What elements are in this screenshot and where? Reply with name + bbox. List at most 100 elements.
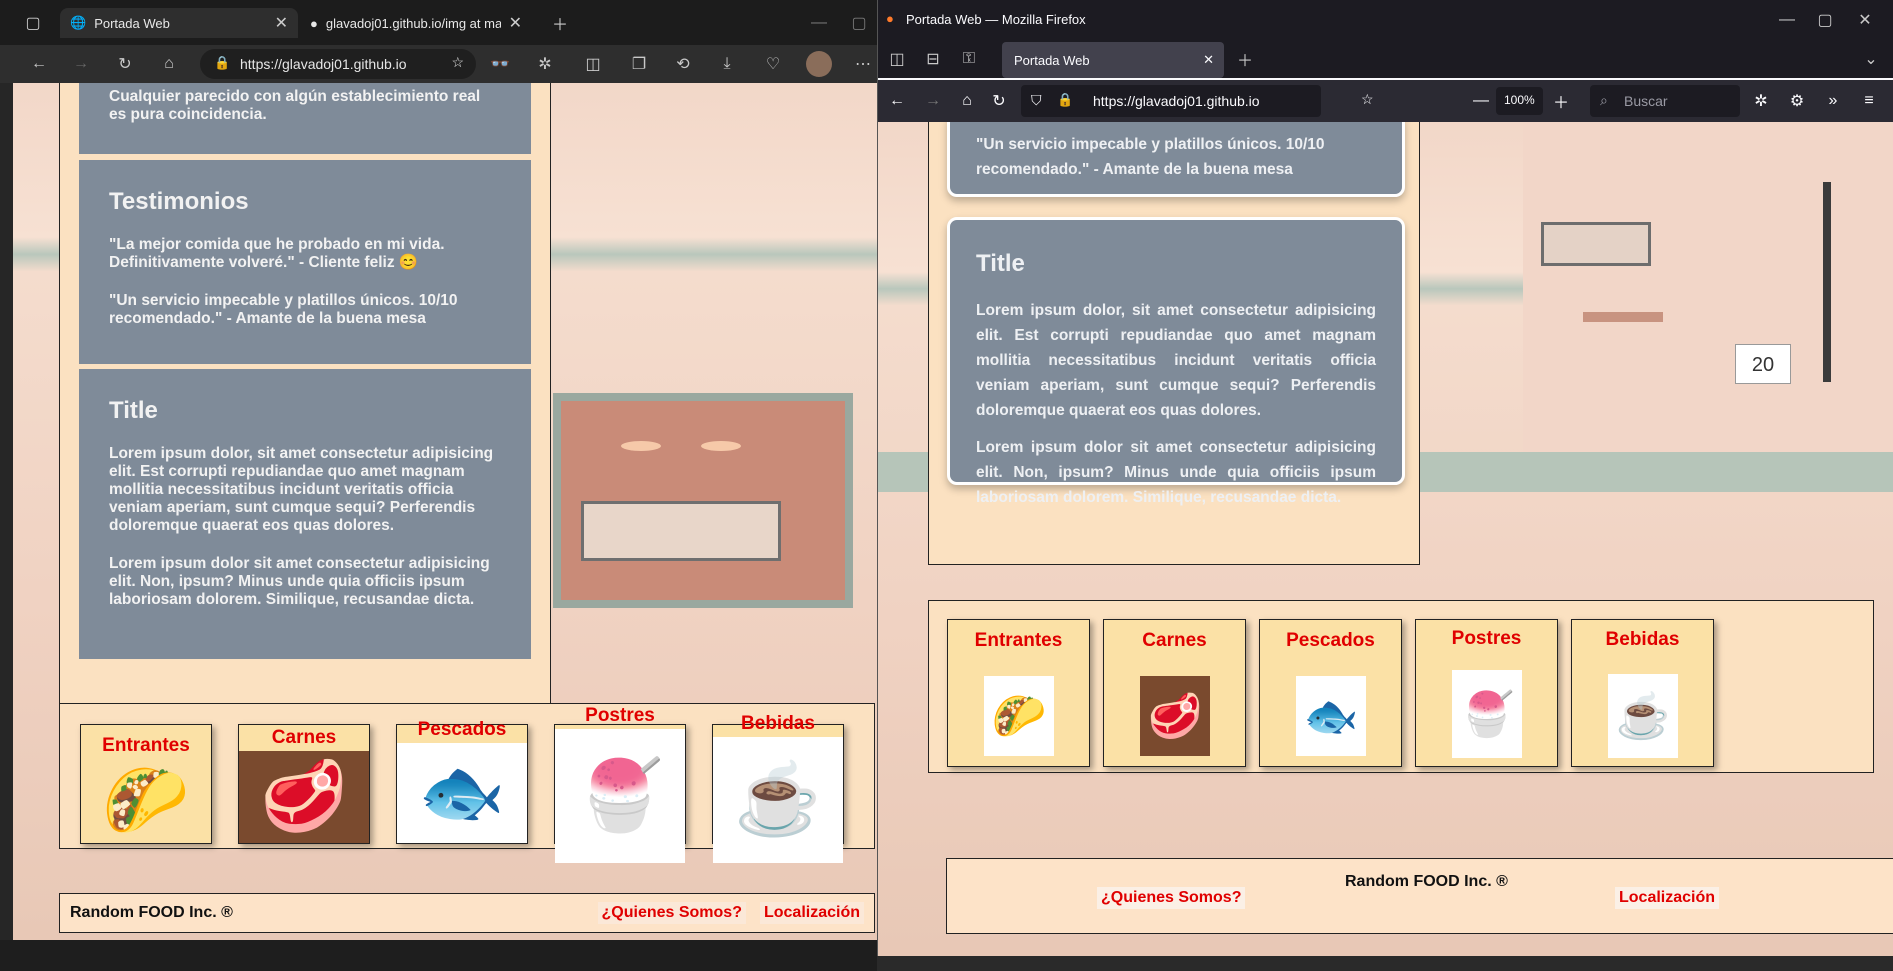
lorem-panel: Title Lorem ipsum dolor, sit amet consec… <box>79 369 531 659</box>
edge-tab-github[interactable]: ● glavadoj01.github.io/img at main ✕ <box>300 8 532 38</box>
site-info-icon[interactable]: 🔒 <box>214 55 230 71</box>
taco-icon: 🌮 <box>81 759 211 843</box>
new-tab-icon[interactable]: ＋ <box>1232 46 1258 72</box>
favorite-star-icon[interactable]: ☆ <box>451 54 464 71</box>
testimonials-panel: Testimonios "La mejor comida que he prob… <box>79 160 531 364</box>
forward-icon[interactable]: → <box>68 51 94 77</box>
forward-icon[interactable]: → <box>920 88 946 114</box>
zoom-out-icon[interactable]: — <box>1468 88 1494 114</box>
category-card-pescados[interactable]: Pescados 🐟 <box>1259 619 1402 767</box>
testimonial-quote: "Un servicio impecable y platillos único… <box>109 292 458 327</box>
category-title: Postres <box>1451 628 1522 649</box>
edge-tab-label: Portada Web <box>94 15 170 31</box>
extensions-icon[interactable]: ✲ <box>532 51 558 77</box>
list-tabs-icon[interactable]: ⌄ <box>1858 46 1884 72</box>
bakery-window-image <box>553 393 853 608</box>
location-link[interactable]: Localización <box>1615 887 1720 909</box>
home-icon[interactable]: ⌂ <box>156 51 182 77</box>
more-menu-icon[interactable]: ⋯ <box>850 51 876 77</box>
close-tab-icon[interactable]: ✕ <box>275 13 288 33</box>
lock-icon[interactable]: 🔒 <box>1057 92 1073 108</box>
lorem-title: Title <box>976 250 1025 277</box>
firefox-page-viewport: 20 "Un servicio impecable y platillos ún… <box>878 122 1893 956</box>
category-title: Bebidas <box>741 713 815 734</box>
maximize-icon[interactable]: ▢ <box>846 10 872 36</box>
history-icon[interactable]: ⟲ <box>670 51 696 77</box>
category-title: Postres <box>585 705 655 726</box>
edge-sidebar <box>0 83 13 940</box>
category-card-entrantes[interactable]: Entrantes 🌮 <box>80 724 212 844</box>
maximize-icon[interactable]: ▢ <box>1812 7 1838 33</box>
reload-icon[interactable]: ↻ <box>112 51 138 77</box>
search-input[interactable]: ⌕ Buscar <box>1590 85 1740 117</box>
extensions-icon[interactable]: ✲ <box>1748 88 1774 114</box>
edge-tab-active[interactable]: 🌐 Portada Web ✕ <box>60 8 298 38</box>
coffee-icon: ☕ <box>1608 674 1678 758</box>
table-shape <box>1583 312 1663 322</box>
fish-icon: 🐟 <box>1296 676 1366 756</box>
edge-window: ▢ 🌐 Portada Web ✕ ● glavadoj01.github.io… <box>0 0 880 940</box>
desktop-background <box>0 940 877 971</box>
zoom-level[interactable]: 100% <box>1496 87 1543 115</box>
lorem-paragraph: Lorem ipsum dolor, sit amet consectetur … <box>109 445 494 534</box>
lamp-shape <box>701 441 741 451</box>
health-icon[interactable]: ♡ <box>760 51 786 77</box>
tab-groups-icon[interactable]: ⊟ <box>920 46 946 72</box>
back-icon[interactable]: ← <box>884 88 910 114</box>
close-window-icon[interactable]: ✕ <box>1852 7 1878 33</box>
category-card-postres[interactable]: Postres 🍧 <box>554 705 686 863</box>
about-link[interactable]: ¿Quienes Somos? <box>1097 887 1246 909</box>
category-title: Carnes <box>1142 630 1207 651</box>
tracking-shield-icon[interactable]: ⛉ <box>1031 92 1042 109</box>
category-card-carnes[interactable]: Carnes 🥩 <box>238 724 370 844</box>
firefox-url-field[interactable]: ⛉ 🔒 https://glavadoj01.github.io ☆ <box>1021 85 1374 117</box>
new-tab-icon[interactable]: ＋ <box>547 10 573 36</box>
collections-icon[interactable]: ❐ <box>626 51 652 77</box>
reload-icon[interactable]: ↻ <box>986 88 1012 114</box>
profile-avatar[interactable] <box>806 51 832 77</box>
pastry-display-case <box>581 501 781 561</box>
category-card-bebidas[interactable]: Bebidas ☕ <box>1571 619 1714 767</box>
downloads-icon[interactable]: ⤓ <box>714 51 740 77</box>
github-icon: ● <box>310 15 318 31</box>
testimonial-quote: "La mejor comida que he probado en mi vi… <box>109 236 445 271</box>
back-icon[interactable]: ← <box>26 51 52 77</box>
firefox-logo-icon: ● <box>886 11 894 26</box>
testimonials-title: Testimonios <box>109 188 249 215</box>
overflow-chevron-icon[interactable]: » <box>1820 88 1846 114</box>
split-screen-icon[interactable]: ◫ <box>580 51 606 77</box>
sidebar-icon[interactable]: ◫ <box>884 46 910 72</box>
close-tab-icon[interactable]: ✕ <box>509 13 522 33</box>
edge-url-text: https://glavadoj01.github.io <box>240 56 407 72</box>
category-card-carnes[interactable]: Carnes 🥩 <box>1103 619 1246 767</box>
cafe-scene-image: 20 <box>1523 122 1893 452</box>
minimize-icon[interactable]: — <box>1774 7 1800 33</box>
category-card-pescados[interactable]: Pescados 🐟 <box>396 719 528 844</box>
glasses-extension-icon[interactable]: 👓 <box>487 51 513 77</box>
passwords-key-icon[interactable]: ⚿ <box>956 46 982 72</box>
about-link[interactable]: ¿Quienes Somos? <box>597 902 746 924</box>
firefox-tab-active[interactable]: Portada Web ✕ <box>1002 42 1224 78</box>
coffee-icon: ☕ <box>713 737 843 863</box>
testimonial-quote: "Un servicio impecable y platillos único… <box>976 136 1325 178</box>
lorem-panel: Title Lorem ipsum dolor, sit amet consec… <box>947 217 1405 506</box>
zoom-in-icon[interactable]: ＋ <box>1548 88 1574 114</box>
globe-icon: 🌐 <box>70 15 87 30</box>
category-card-entrantes[interactable]: Entrantes 🌮 <box>947 619 1090 767</box>
category-title: Pescados <box>417 719 507 740</box>
sidebar-toggle-icon[interactable]: ▢ <box>20 10 46 36</box>
category-card-postres[interactable]: Postres 🍧 <box>1415 619 1558 767</box>
close-tab-icon[interactable]: ✕ <box>1203 52 1214 68</box>
home-icon[interactable]: ⌂ <box>954 88 980 114</box>
category-card-bebidas[interactable]: Bebidas ☕ <box>712 713 844 863</box>
testimonial-panel: "Un servicio impecable y platillos único… <box>947 122 1405 197</box>
lorem-paragraph: Lorem ipsum dolor, sit amet consectetur … <box>976 302 1376 419</box>
minimize-icon[interactable]: — <box>806 10 832 36</box>
edge-url-field[interactable]: 🔒 https://glavadoj01.github.io ☆ <box>200 49 476 79</box>
bookmark-star-icon[interactable]: ☆ <box>1361 91 1374 108</box>
firefox-title-bar: ● Portada Web — Mozilla Firefox — ▢ ✕ <box>878 0 1893 40</box>
firefox-window: ● Portada Web — Mozilla Firefox — ▢ ✕ ◫ … <box>877 0 1893 956</box>
location-link[interactable]: Localización <box>759 902 864 924</box>
hamburger-menu-icon[interactable]: ≡ <box>1856 88 1882 114</box>
settings-gear-icon[interactable]: ⚙ <box>1784 88 1810 114</box>
